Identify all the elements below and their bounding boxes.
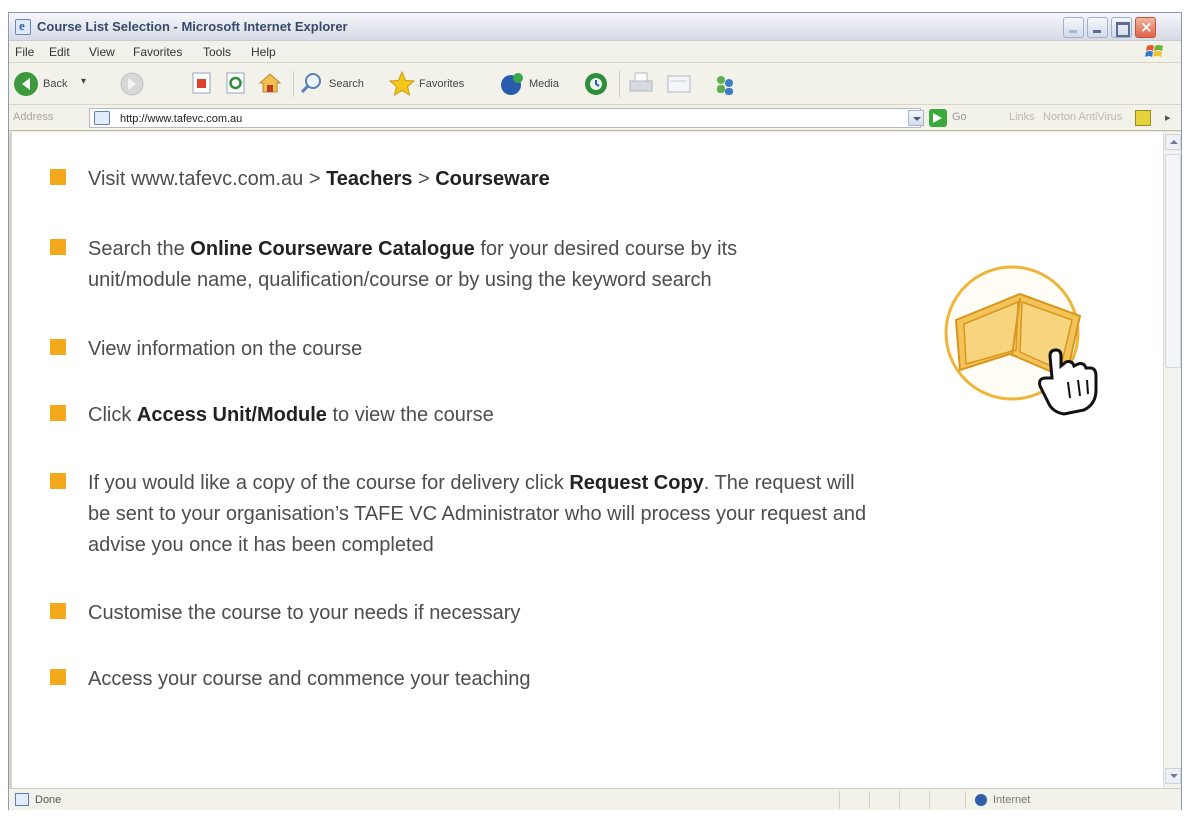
status-pane <box>929 791 965 809</box>
forward-arrow-icon <box>120 72 144 96</box>
forward-button[interactable] <box>119 71 153 97</box>
step-text: If you would like a copy of the course f… <box>88 472 867 556</box>
page-content: Visit www.tafevc.com.au > Teachers > Cou… <box>9 132 1163 788</box>
status-text: Done <box>35 794 62 806</box>
menu-file[interactable]: File <box>15 45 34 59</box>
address-input[interactable]: http://www.tafevc.com.au <box>89 108 924 128</box>
media-button[interactable]: Media <box>499 71 573 97</box>
edit-button[interactable] <box>665 71 695 97</box>
page-icon <box>94 111 110 125</box>
step-text: Visit www.tafevc.com.au > Teachers > Cou… <box>88 168 550 190</box>
address-label: Address <box>13 111 54 123</box>
bullet-square-icon <box>50 339 66 355</box>
step-text: Search the Online Courseware Catalogue f… <box>88 238 738 291</box>
toolbar-separator <box>293 71 294 97</box>
go-button[interactable]: Go <box>929 109 987 127</box>
bullet-square-icon <box>50 473 66 489</box>
scroll-thumb[interactable] <box>1165 154 1181 368</box>
history-button[interactable] <box>583 71 611 97</box>
bullet-square-icon <box>50 669 66 685</box>
favorites-label: Favorites <box>419 78 465 90</box>
messenger-icon <box>717 76 733 95</box>
vertical-scrollbar[interactable] <box>1163 132 1181 788</box>
favorites-button[interactable]: Favorites <box>388 70 489 97</box>
refresh-button[interactable] <box>225 71 251 97</box>
status-pane <box>869 791 899 809</box>
bullet-square-icon <box>50 239 66 255</box>
media-label: Media <box>529 78 559 90</box>
menu-help[interactable]: Help <box>251 45 276 59</box>
norton-antivirus-label[interactable]: Norton AntiVirus <box>1043 111 1122 123</box>
bullet-square-icon <box>50 603 66 619</box>
menu-favorites[interactable]: Favorites <box>133 45 182 59</box>
internet-globe-icon <box>975 794 987 806</box>
refresh-icon <box>226 72 245 94</box>
windows-logo-icon <box>1145 45 1163 57</box>
stop-icon <box>192 72 211 94</box>
standard-toolbar: Back ▾ Search Favorites Media <box>9 63 1181 105</box>
print-button[interactable] <box>627 71 657 97</box>
step-text: Customise the course to your needs if ne… <box>88 602 521 624</box>
address-url: http://www.tafevc.com.au <box>120 113 243 125</box>
scroll-up-button[interactable] <box>1165 134 1181 150</box>
address-bar: Address http://www.tafevc.com.au Go Link… <box>9 105 1181 131</box>
status-bar: Done Internet <box>9 788 1181 810</box>
minimize-button[interactable] <box>1087 17 1108 38</box>
home-icon <box>258 73 282 93</box>
back-dropdown-icon[interactable]: ▾ <box>81 76 86 87</box>
stop-button[interactable] <box>191 71 217 97</box>
step-text: Access your course and commence your tea… <box>88 668 531 690</box>
close-icon: × <box>1140 18 1153 36</box>
scroll-down-button[interactable] <box>1165 768 1181 784</box>
links-label[interactable]: Links <box>1009 111 1035 123</box>
ie-icon: e <box>15 18 31 35</box>
norton-icon[interactable] <box>1135 110 1151 126</box>
menu-view[interactable]: View <box>89 45 115 59</box>
bullet-square-icon <box>50 169 66 185</box>
zone-text: Internet <box>993 794 1031 806</box>
page-status-icon <box>15 793 29 806</box>
messenger-button[interactable] <box>711 71 741 97</box>
links-chevron-icon[interactable]: ▸ <box>1165 111 1171 124</box>
home-button[interactable] <box>257 71 285 97</box>
go-label: Go <box>952 111 967 123</box>
bullet-square-icon <box>50 405 66 421</box>
back-label: Back <box>43 78 68 90</box>
maximize-button[interactable] <box>1111 17 1132 38</box>
address-dropdown-button[interactable] <box>908 110 924 126</box>
media-icon <box>501 73 523 95</box>
back-arrow-icon <box>14 72 38 96</box>
title-bar[interactable]: e Course List Selection - Microsoft Inte… <box>9 13 1181 41</box>
edit-page-icon <box>667 75 691 93</box>
menu-tools[interactable]: Tools <box>203 45 231 59</box>
browser-window: e Course List Selection - Microsoft Inte… <box>8 12 1182 810</box>
help-button[interactable] <box>1063 17 1084 38</box>
status-pane <box>899 791 929 809</box>
toolbar-separator <box>619 71 620 97</box>
search-icon <box>300 73 321 94</box>
window-title: Course List Selection - Microsoft Intern… <box>37 19 348 34</box>
history-icon <box>585 73 607 95</box>
open-book-pointer-illustration <box>944 265 1098 416</box>
go-arrow-icon <box>929 109 947 127</box>
search-button[interactable]: Search <box>299 71 381 97</box>
favorites-star-icon <box>388 70 416 97</box>
menu-edit[interactable]: Edit <box>49 45 70 59</box>
status-pane <box>839 791 869 809</box>
menu-bar: File Edit View Favorites Tools Help <box>9 41 1181 63</box>
step-text: View information on the course <box>88 338 363 360</box>
print-icon <box>629 72 653 92</box>
step-text: Click Access Unit/Module to view the cou… <box>88 404 494 426</box>
close-button[interactable]: × <box>1135 17 1156 38</box>
search-label: Search <box>329 78 364 90</box>
back-button[interactable]: Back ▾ <box>13 71 99 97</box>
